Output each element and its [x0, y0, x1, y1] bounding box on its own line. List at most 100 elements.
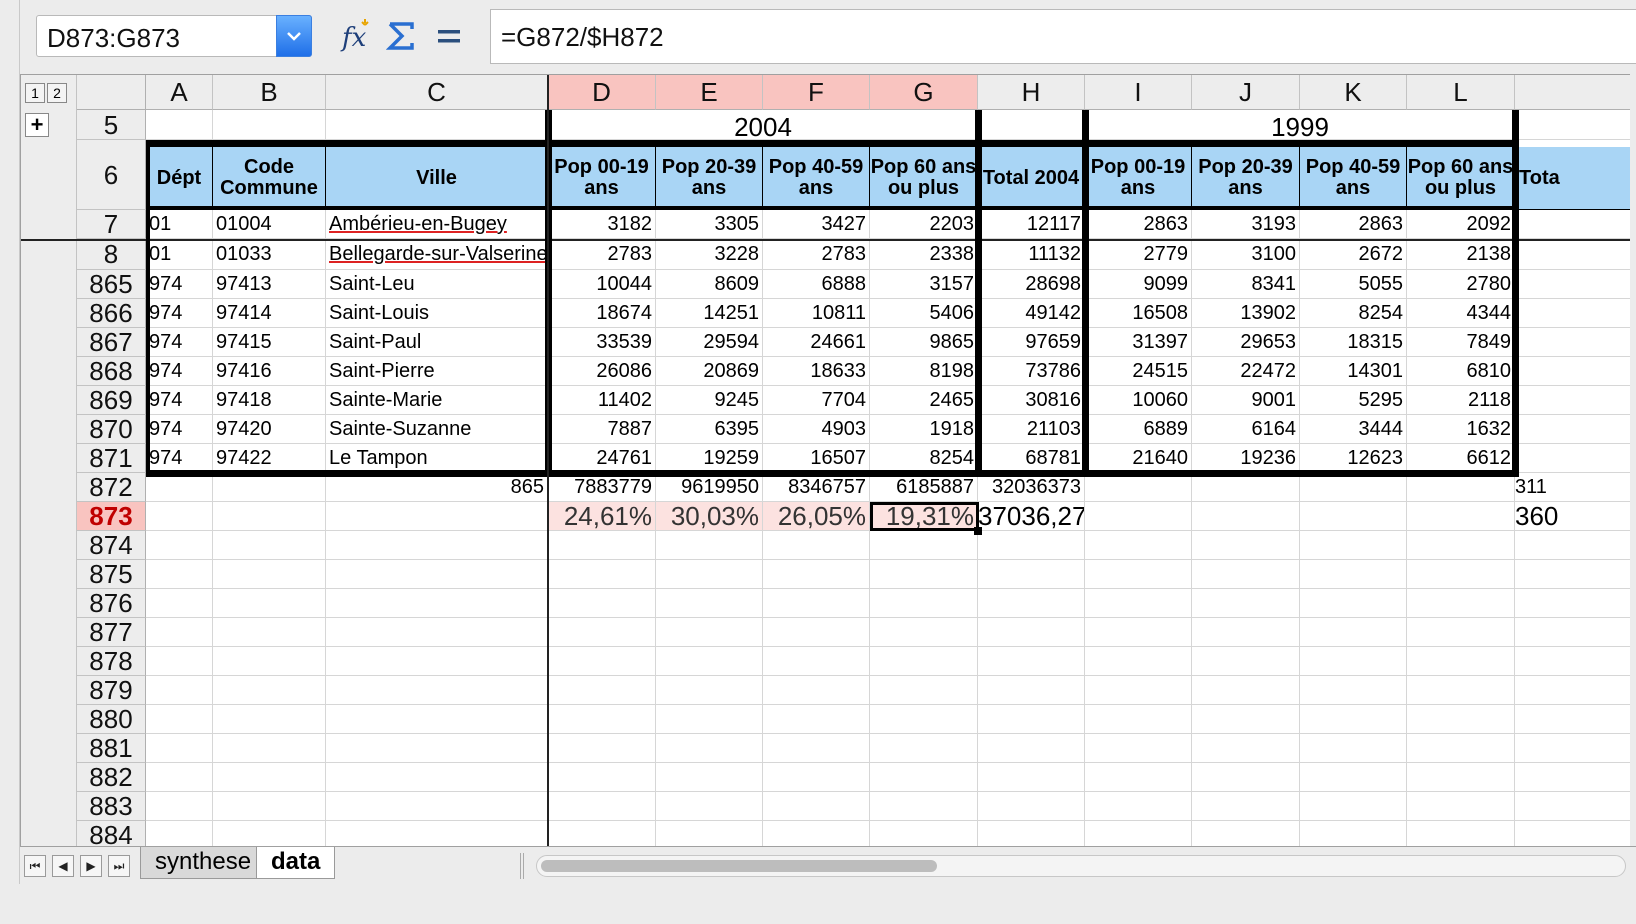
- cell[interactable]: [1300, 792, 1407, 821]
- table-cell[interactable]: [1515, 357, 1636, 386]
- table-cell[interactable]: 10060: [1085, 386, 1192, 415]
- cell[interactable]: [1300, 676, 1407, 705]
- cell[interactable]: [1085, 647, 1192, 676]
- row-header[interactable]: 871: [77, 444, 146, 473]
- cell[interactable]: [870, 531, 978, 560]
- table-cell[interactable]: 6889: [1085, 415, 1192, 444]
- cell[interactable]: [978, 763, 1085, 792]
- cell[interactable]: [326, 110, 548, 140]
- cell[interactable]: [763, 734, 870, 763]
- cell[interactable]: [1407, 560, 1515, 589]
- table-cell[interactable]: 9245: [656, 386, 763, 415]
- total-cell[interactable]: 32036373: [978, 473, 1085, 502]
- table-cell[interactable]: 8254: [1300, 299, 1407, 328]
- table-cell[interactable]: 97415: [213, 328, 326, 357]
- cell[interactable]: [326, 531, 548, 560]
- table-cell[interactable]: 1632: [1407, 415, 1515, 444]
- function-wizard-icon[interactable]: fx: [340, 18, 376, 54]
- cell[interactable]: [548, 676, 656, 705]
- cell[interactable]: [146, 705, 213, 734]
- percentage-cell[interactable]: 30,03%: [656, 502, 763, 531]
- cell[interactable]: [978, 647, 1085, 676]
- table-cell[interactable]: [1515, 444, 1636, 473]
- row-header[interactable]: 877: [77, 618, 146, 647]
- row-header[interactable]: 878: [77, 647, 146, 676]
- cell[interactable]: [326, 560, 548, 589]
- table-cell[interactable]: 6888: [763, 270, 870, 299]
- table-cell[interactable]: 01: [146, 210, 213, 239]
- table-cell[interactable]: 97416: [213, 357, 326, 386]
- table-cell[interactable]: 3193: [1192, 210, 1300, 239]
- outline-level-1-button[interactable]: 1: [25, 83, 45, 103]
- cell[interactable]: [548, 560, 656, 589]
- table-cell[interactable]: 2338: [870, 239, 978, 270]
- cell[interactable]: [146, 734, 213, 763]
- cell[interactable]: [656, 676, 763, 705]
- cell[interactable]: [1300, 647, 1407, 676]
- cell[interactable]: [326, 763, 548, 792]
- table-cell[interactable]: 97659: [978, 328, 1085, 357]
- cell[interactable]: [146, 531, 213, 560]
- cell[interactable]: [1515, 705, 1636, 734]
- table-header-p60b[interactable]: Pop 60 ans ou plus: [1407, 147, 1515, 210]
- cell[interactable]: [1192, 560, 1300, 589]
- cell[interactable]: [213, 618, 326, 647]
- table-cell[interactable]: 18633: [763, 357, 870, 386]
- column-header-j[interactable]: J: [1192, 75, 1300, 110]
- cell[interactable]: [1407, 531, 1515, 560]
- cell[interactable]: [1407, 676, 1515, 705]
- cell[interactable]: [213, 792, 326, 821]
- corner-select-all[interactable]: [77, 75, 146, 110]
- vertical-scrollbar-edge[interactable]: [1630, 74, 1636, 884]
- cell[interactable]: [326, 734, 548, 763]
- cell[interactable]: [1085, 560, 1192, 589]
- cell[interactable]: [1085, 792, 1192, 821]
- cell[interactable]: [1515, 792, 1636, 821]
- table-cell[interactable]: 974: [146, 444, 213, 473]
- table-cell[interactable]: 8609: [656, 270, 763, 299]
- table-cell[interactable]: 97422: [213, 444, 326, 473]
- table-cell[interactable]: 3182: [548, 210, 656, 239]
- table-cell[interactable]: [1515, 299, 1636, 328]
- fill-handle[interactable]: [974, 527, 982, 535]
- cell[interactable]: [763, 531, 870, 560]
- cell[interactable]: [213, 705, 326, 734]
- row-header[interactable]: 8: [77, 239, 146, 270]
- table-cell[interactable]: 19259: [656, 444, 763, 473]
- table-header-p0019b[interactable]: Pop 00-19 ans: [1085, 147, 1192, 210]
- cell[interactable]: [1407, 792, 1515, 821]
- table-cell[interactable]: 5406: [870, 299, 978, 328]
- table-cell[interactable]: 20869: [656, 357, 763, 386]
- table-cell[interactable]: 13902: [1192, 299, 1300, 328]
- table-header-p4059[interactable]: Pop 40-59 ans: [763, 147, 870, 210]
- cell[interactable]: [213, 110, 326, 140]
- table-cell[interactable]: 9865: [870, 328, 978, 357]
- cell[interactable]: [1515, 589, 1636, 618]
- row-header[interactable]: 874: [77, 531, 146, 560]
- cell[interactable]: [326, 589, 548, 618]
- cell[interactable]: [1515, 560, 1636, 589]
- row-header[interactable]: 883: [77, 792, 146, 821]
- total-cell[interactable]: 8346757: [763, 473, 870, 502]
- cell[interactable]: [1192, 676, 1300, 705]
- cell[interactable]: 360: [1515, 502, 1636, 531]
- table-cell[interactable]: 73786: [978, 357, 1085, 386]
- table-cell[interactable]: 2118: [1407, 386, 1515, 415]
- cell[interactable]: [1085, 734, 1192, 763]
- column-header-d[interactable]: D: [548, 75, 656, 110]
- cell[interactable]: [1515, 618, 1636, 647]
- row-header[interactable]: 6: [77, 140, 146, 210]
- cell[interactable]: [978, 705, 1085, 734]
- cell[interactable]: [1192, 763, 1300, 792]
- chevron-down-icon[interactable]: [276, 15, 312, 57]
- cell[interactable]: [656, 560, 763, 589]
- cell[interactable]: [213, 502, 326, 531]
- table-cell[interactable]: Ambérieu-en-Bugey: [326, 210, 548, 239]
- table-cell[interactable]: 6810: [1407, 357, 1515, 386]
- row-header[interactable]: 879: [77, 676, 146, 705]
- cell[interactable]: [978, 531, 1085, 560]
- cell[interactable]: [1085, 676, 1192, 705]
- cell[interactable]: [1085, 531, 1192, 560]
- cell[interactable]: [870, 734, 978, 763]
- table-cell[interactable]: [1515, 210, 1636, 239]
